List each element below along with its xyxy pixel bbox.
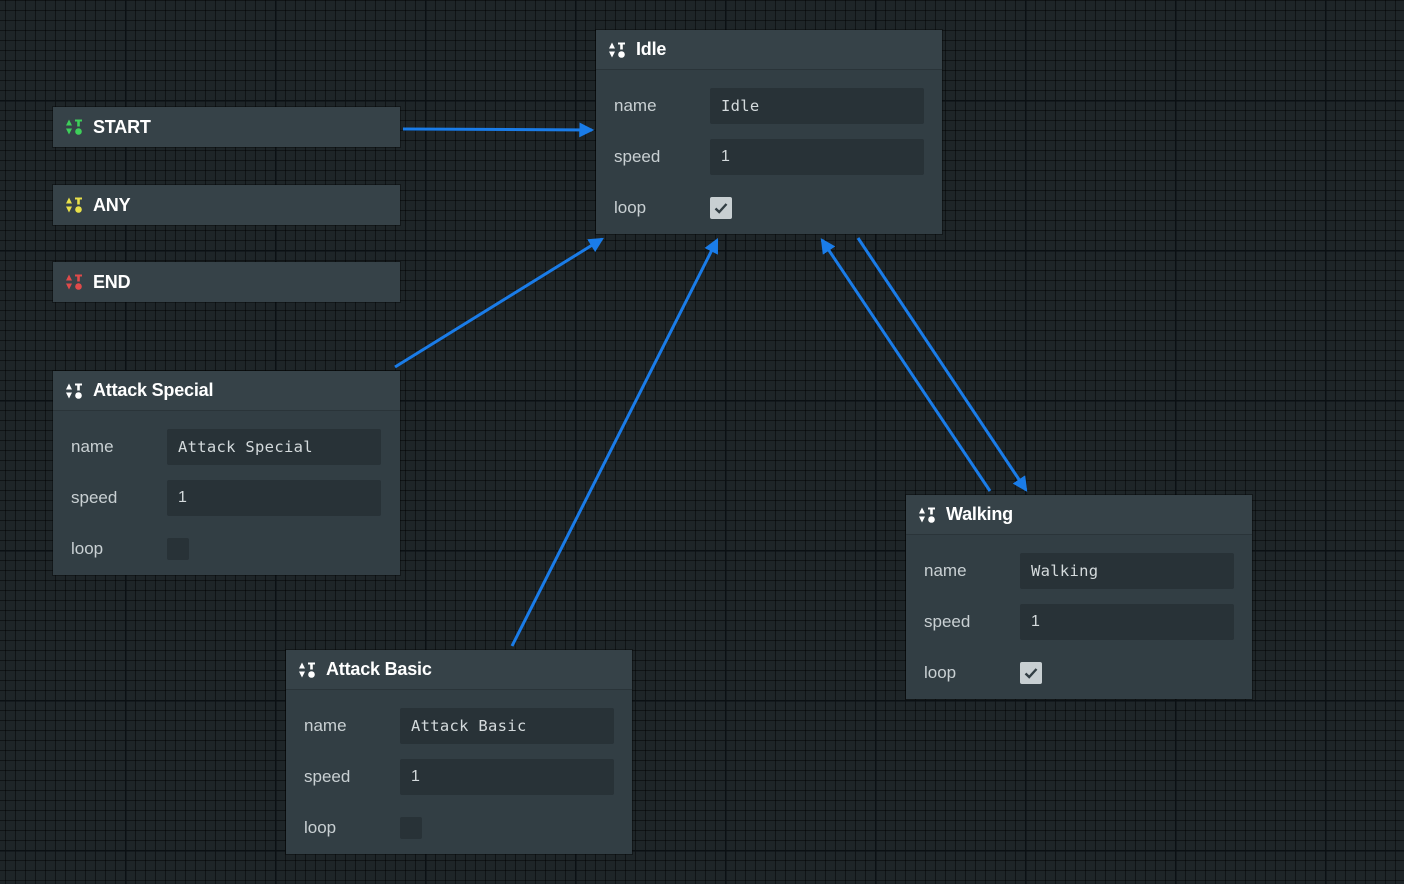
speed-label: speed — [304, 766, 351, 786]
node-title: START — [93, 116, 151, 137]
state-body: name speed loop — [596, 70, 942, 241]
name-label: name — [614, 95, 657, 115]
start-node-header[interactable]: START — [53, 107, 400, 147]
speed-input[interactable] — [1020, 603, 1234, 640]
name-row: name — [924, 545, 1234, 596]
state-header[interactable]: Attack Basic — [286, 650, 632, 690]
speed-row: speed — [304, 751, 614, 802]
loop-label: loop — [924, 662, 957, 682]
state-body: name speed loop — [906, 535, 1252, 706]
node-title: Walking — [946, 504, 1013, 524]
checkmark-icon — [714, 202, 728, 214]
name-input[interactable] — [400, 707, 614, 744]
loop-label: loop — [71, 538, 104, 558]
sort-icon — [66, 274, 82, 290]
speed-input[interactable] — [167, 479, 381, 516]
end-node-header[interactable]: END — [53, 262, 400, 302]
sort-icon — [299, 662, 315, 678]
loop-row: loop — [71, 523, 382, 574]
loop-checkbox[interactable] — [167, 537, 189, 560]
sort-icon — [609, 42, 625, 58]
state-node-idle[interactable]: Idle name speed loop — [596, 30, 942, 234]
name-input[interactable] — [167, 428, 381, 465]
sort-icon — [919, 507, 935, 523]
loop-checkbox[interactable] — [1020, 661, 1042, 684]
state-header[interactable]: Walking — [906, 495, 1252, 535]
state-body: name speed loop — [286, 690, 632, 861]
speed-row: speed — [924, 596, 1234, 647]
name-label: name — [304, 715, 347, 735]
node-title: END — [93, 271, 131, 292]
name-label: name — [71, 436, 114, 456]
speed-label: speed — [924, 611, 971, 631]
speed-label: speed — [71, 487, 118, 507]
name-input[interactable] — [710, 87, 924, 124]
sort-icon — [66, 197, 82, 213]
start-node[interactable]: START — [53, 107, 400, 147]
node-title: Attack Basic — [326, 659, 432, 679]
loop-row: loop — [304, 802, 614, 853]
speed-input[interactable] — [710, 138, 924, 175]
any-node-header[interactable]: ANY — [53, 185, 400, 225]
name-row: name — [71, 421, 382, 472]
name-row: name — [304, 700, 614, 751]
speed-row: speed — [614, 131, 924, 182]
state-node-attack-basic[interactable]: Attack Basic name speed loop — [286, 650, 632, 854]
state-node-walking[interactable]: Walking name speed loop — [906, 495, 1252, 699]
loop-label: loop — [614, 197, 647, 217]
state-header[interactable]: Idle — [596, 30, 942, 70]
loop-checkbox[interactable] — [710, 196, 732, 219]
end-node[interactable]: END — [53, 262, 400, 302]
any-node[interactable]: ANY — [53, 185, 400, 225]
loop-row: loop — [614, 182, 924, 233]
name-row: name — [614, 80, 924, 131]
state-node-attack-special[interactable]: Attack Special name speed loop — [53, 371, 400, 575]
checkmark-icon — [1024, 667, 1038, 679]
loop-label: loop — [304, 817, 337, 837]
state-header[interactable]: Attack Special — [53, 371, 400, 411]
name-input[interactable] — [1020, 552, 1234, 589]
speed-input[interactable] — [400, 758, 614, 795]
loop-row: loop — [924, 647, 1234, 698]
speed-row: speed — [71, 472, 382, 523]
speed-label: speed — [614, 146, 661, 166]
state-body: name speed loop — [53, 411, 400, 582]
loop-checkbox[interactable] — [400, 816, 422, 839]
node-title: Attack Special — [93, 380, 214, 400]
node-title: ANY — [93, 194, 131, 215]
sort-icon — [66, 383, 82, 399]
name-label: name — [924, 560, 967, 580]
sort-icon — [66, 119, 82, 135]
node-title: Idle — [636, 39, 667, 59]
